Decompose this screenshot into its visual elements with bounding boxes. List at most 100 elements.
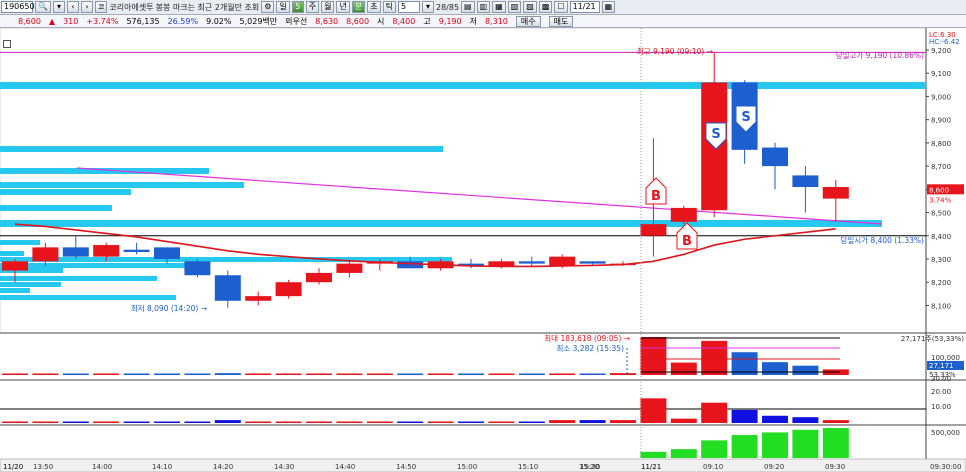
sell-marker-label: S bbox=[711, 127, 720, 142]
sell-button[interactable]: 매도 bbox=[548, 15, 574, 27]
prev-icon[interactable]: ‹ bbox=[66, 1, 79, 13]
buy-marker-label: B bbox=[682, 234, 692, 249]
candle-body bbox=[93, 245, 120, 257]
tool-icon-4[interactable]: ▧ bbox=[507, 1, 522, 13]
volume-profile-bar bbox=[0, 205, 112, 211]
axis-top-label: HC:-6.42 bbox=[929, 38, 960, 46]
volume-min-label: 최소 3,282 (15:35) bbox=[556, 343, 624, 353]
count-display: 28/85 bbox=[435, 2, 460, 12]
period-value-input[interactable]: 5 bbox=[397, 1, 420, 13]
next-icon[interactable]: › bbox=[80, 1, 93, 13]
cumulative-bar bbox=[670, 449, 697, 458]
osc-bar bbox=[245, 421, 272, 423]
volume-bar bbox=[32, 373, 59, 375]
price-tick-label: 8,800 bbox=[931, 140, 951, 148]
candle-body bbox=[62, 247, 89, 257]
osc-bar bbox=[458, 421, 484, 423]
candle-body bbox=[214, 275, 241, 301]
volume-bar bbox=[306, 373, 332, 375]
candle-body bbox=[792, 175, 819, 187]
volume-bar bbox=[366, 373, 393, 375]
volume-bar bbox=[427, 373, 454, 375]
current-price: 8,600 bbox=[18, 16, 41, 26]
stock-code-input[interactable]: 190650 bbox=[1, 1, 35, 13]
period-month[interactable]: 월 bbox=[321, 1, 335, 13]
volume-bar bbox=[154, 373, 180, 375]
candle-body bbox=[306, 272, 332, 283]
osc-bar bbox=[762, 415, 788, 423]
osc-bar bbox=[488, 421, 515, 423]
open-price: 8,400 bbox=[392, 16, 416, 26]
price-tick-label: 8,300 bbox=[931, 256, 951, 264]
time-tick-label: 14:00 bbox=[92, 463, 112, 471]
period-week[interactable]: 주 bbox=[305, 1, 320, 13]
osc-tick-label: 20.00 bbox=[931, 388, 951, 396]
tool-icon-3[interactable]: ▦ bbox=[492, 1, 506, 13]
osc-bar bbox=[640, 398, 667, 423]
turnover-ratio: 26.59% bbox=[167, 16, 199, 26]
volume-profile-bar bbox=[0, 146, 443, 152]
time-tick-label: 15:30 bbox=[580, 463, 600, 471]
candle-body bbox=[518, 261, 545, 264]
time-tick-label: 14:20 bbox=[213, 463, 233, 471]
day-high-label: 당일고가 9,190 (10.86%) bbox=[836, 50, 924, 60]
period-tick[interactable]: 틱 bbox=[382, 1, 396, 13]
calendar-icon[interactable]: ▦ bbox=[601, 1, 616, 13]
candle-body bbox=[154, 247, 180, 259]
chevron-down-icon[interactable]: ▾ bbox=[52, 1, 65, 13]
period-second[interactable]: 초 bbox=[367, 1, 381, 13]
stock-chart[interactable]: B B S S 최고 9,190 (09:10) → 최저 8,090 (14:20) →… bbox=[0, 28, 966, 472]
tool-icon-6[interactable]: ▩ bbox=[538, 1, 553, 13]
candle-body bbox=[2, 261, 28, 271]
candle-body bbox=[762, 147, 788, 167]
day-open-label: 당일시가 8,400 (1.33%) bbox=[840, 235, 924, 245]
checkbox-icon[interactable]: ☐ bbox=[554, 1, 568, 13]
volume-profile-bar bbox=[0, 282, 61, 287]
volume-profile-bar bbox=[0, 257, 452, 262]
cumulative-bar bbox=[701, 440, 728, 458]
candle-body bbox=[549, 256, 576, 266]
tool-icon-5[interactable]: ▨ bbox=[523, 1, 537, 13]
osc-bar bbox=[610, 420, 636, 423]
volume-bar bbox=[245, 373, 272, 375]
price-tick-label: 8,200 bbox=[931, 279, 951, 287]
volume-profile-bar bbox=[0, 263, 208, 268]
osc-bar bbox=[518, 421, 545, 423]
date-input[interactable]: 11/21 bbox=[569, 1, 600, 13]
price-tick-label: 9,100 bbox=[931, 70, 951, 78]
volume-bar bbox=[458, 373, 484, 375]
buy-button[interactable]: 매수 bbox=[515, 15, 541, 27]
stock-name: 코리아에셋투 bbox=[109, 2, 154, 12]
volume-profile-bar bbox=[0, 82, 926, 89]
cumulative-bar bbox=[822, 428, 849, 458]
price-tick-label: 9,000 bbox=[931, 93, 951, 101]
volume-bar bbox=[792, 365, 819, 375]
osc-bar bbox=[275, 421, 302, 423]
period-day[interactable]: 일 bbox=[276, 1, 290, 13]
search-icon[interactable]: 🔍 bbox=[35, 1, 51, 13]
period-minute[interactable]: 분 bbox=[351, 1, 366, 13]
toolbar: 190650 🔍 ▾ ‹ › 코 코리아에셋투 봉봉 마크는 최근 2개월만 조… bbox=[0, 0, 966, 15]
volume-profile-bar bbox=[0, 251, 24, 256]
volume-profile-bar bbox=[0, 220, 882, 227]
tool-icon-2[interactable]: ▥ bbox=[476, 1, 491, 13]
prices-label: 외우선 bbox=[285, 16, 308, 26]
stock-flag-icon[interactable]: 코 bbox=[94, 1, 108, 13]
current-rate-label: 3.74% bbox=[929, 196, 952, 204]
osc-tick-label: 30.00 bbox=[931, 375, 951, 383]
period-count-select[interactable]: 5 bbox=[291, 1, 304, 13]
tool-icon-1[interactable]: ▤ bbox=[461, 1, 475, 13]
cumulative-bar bbox=[762, 432, 788, 458]
settings-icon[interactable]: ⚙ bbox=[261, 1, 275, 13]
volume-bar bbox=[184, 373, 211, 375]
volume-top-label: 27,171주(53,33%) bbox=[901, 335, 964, 343]
collapse-toggle-icon[interactable] bbox=[3, 40, 11, 48]
buy-marker-label: B bbox=[651, 189, 661, 204]
current-price-tag-label: 8,600 bbox=[929, 186, 949, 194]
high-price-label: 최고 9,190 (09:10) → bbox=[637, 46, 713, 56]
volume-bar bbox=[579, 373, 606, 375]
candle-body bbox=[123, 249, 150, 253]
period-year[interactable]: 년 bbox=[336, 1, 350, 13]
period-dropdown-icon[interactable]: ▾ bbox=[421, 1, 434, 13]
candle-body bbox=[184, 261, 211, 276]
